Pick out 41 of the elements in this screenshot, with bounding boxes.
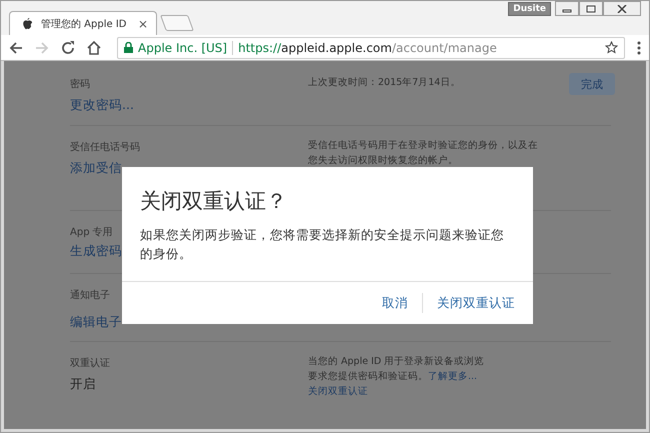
info-text: 当您的 Apple ID 用于登录新设备或浏览 bbox=[308, 355, 484, 369]
maximize-icon bbox=[586, 4, 596, 12]
maximize-button[interactable] bbox=[579, 1, 603, 16]
lock-icon bbox=[124, 42, 133, 53]
dialog-message: 如果您关闭两步验证，您将需要选择新的安全提示问题来验证您的身份。 bbox=[139, 226, 505, 263]
turn-off-link[interactable]: 关闭双重认证 bbox=[308, 384, 368, 399]
close-button[interactable] bbox=[603, 1, 641, 16]
section-label: 受信任电话号码 bbox=[70, 140, 140, 154]
action-link[interactable]: 生成密码 bbox=[70, 243, 122, 260]
learn-more-link[interactable]: 了解更多... bbox=[428, 371, 478, 382]
dialog-title: 关闭双重认证？ bbox=[139, 188, 288, 215]
dialog-button[interactable]: 取消 bbox=[382, 294, 408, 312]
star-icon[interactable] bbox=[605, 41, 618, 54]
browser-tab[interactable]: 管理您的 Apple ID × bbox=[9, 11, 157, 35]
done-button[interactable]: 完成 bbox=[569, 73, 615, 95]
apple-icon bbox=[22, 17, 33, 30]
section-label: 通知电子 bbox=[70, 288, 110, 302]
tab-title: 管理您的 Apple ID bbox=[41, 18, 128, 30]
home-icon[interactable] bbox=[87, 40, 101, 54]
info-text: 要求您提供密码和验证码。 bbox=[308, 371, 428, 382]
minimize-button[interactable] bbox=[555, 1, 579, 16]
section-label: 密码 bbox=[70, 78, 90, 91]
section-label: App 专用 bbox=[70, 226, 113, 239]
menu-icon[interactable] bbox=[637, 40, 641, 54]
reload-icon[interactable] bbox=[61, 40, 75, 54]
action-link[interactable]: 更改密码... bbox=[70, 97, 134, 114]
back-icon[interactable] bbox=[9, 40, 23, 54]
info-text: 受信任电话号码用于在登录时验证您的身份，以及在 bbox=[308, 139, 538, 153]
close-tab-button[interactable]: × bbox=[138, 16, 148, 30]
section-label: 双重认证 bbox=[70, 356, 110, 370]
security-label: Apple Inc. [US] bbox=[138, 40, 228, 54]
url-text: https://appleid.apple.com/account/manage bbox=[238, 40, 497, 54]
action-link[interactable]: 编辑电子 bbox=[70, 314, 122, 331]
status-text: 开启 bbox=[70, 376, 96, 393]
close-icon bbox=[617, 4, 627, 12]
profile-badge[interactable]: Dusite bbox=[508, 2, 551, 16]
action-link[interactable]: 添加受信 bbox=[70, 160, 122, 177]
info-text: 上次更改时间：2015年7月14日。 bbox=[308, 76, 460, 90]
address-bar[interactable]: Apple Inc. [US] https://appleid.apple.com/account/manage bbox=[117, 36, 625, 58]
dialog-button[interactable]: 关闭双重认证 bbox=[437, 294, 515, 312]
info-text: 您失去访问权限时恢复您的帐户。 bbox=[308, 154, 458, 168]
